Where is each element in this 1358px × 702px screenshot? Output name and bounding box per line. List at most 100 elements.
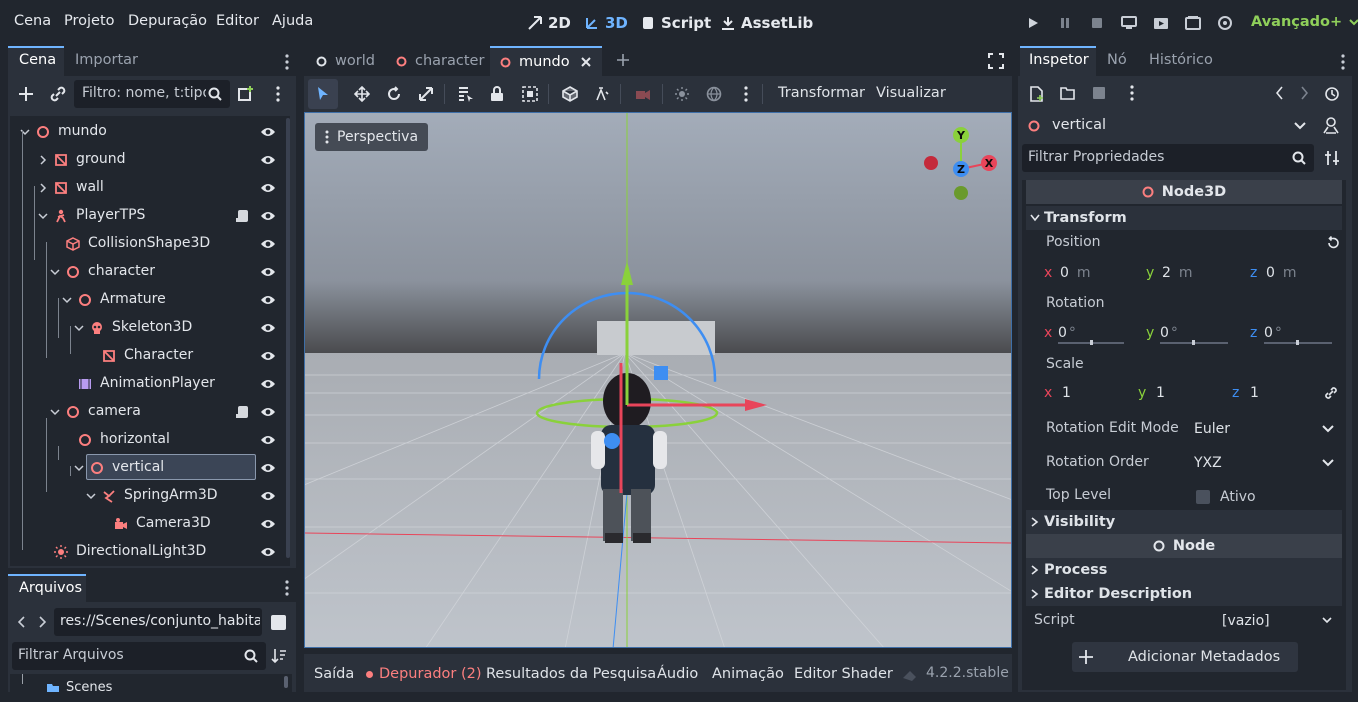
scene-tree-row[interactable]: ground <box>10 146 280 174</box>
sun-icon[interactable] <box>674 86 690 102</box>
files-scrollbar[interactable] <box>284 676 288 688</box>
position-y-field[interactable]: y 2 m <box>1140 258 1238 288</box>
chevron-down-icon[interactable] <box>74 463 84 473</box>
script-icon[interactable] <box>236 209 250 223</box>
scene-tree-row[interactable]: Armature <box>10 286 280 314</box>
environment-icon[interactable] <box>706 86 722 102</box>
visibility-eye-icon[interactable] <box>260 350 276 362</box>
tab-no[interactable]: Nó <box>1107 52 1127 68</box>
rotation-z-field[interactable]: z 0 ° <box>1244 318 1342 348</box>
mode-script-button[interactable]: Script <box>641 14 711 32</box>
tab-animacao[interactable]: Animação <box>712 666 784 682</box>
visibility-eye-icon[interactable] <box>260 294 276 306</box>
chevron-down-icon[interactable] <box>62 295 72 305</box>
menu-projeto[interactable]: Projeto <box>64 13 115 29</box>
scene-filter-input[interactable]: Filtro: nome, t:tipo <box>74 80 230 108</box>
visibility-eye-icon[interactable] <box>260 490 276 502</box>
chevron-right-icon[interactable] <box>38 155 48 165</box>
scene-tree-row[interactable]: AnimationPlayer <box>10 370 280 398</box>
viewport-3d[interactable]: Perspectiva X Y Z <box>304 112 1012 648</box>
tab-depurador[interactable]: Depurador (2) <box>366 666 482 682</box>
add-node-icon[interactable] <box>18 86 34 102</box>
tab-saida[interactable]: Saída <box>314 666 354 682</box>
section-visibility[interactable]: Visibility <box>1026 510 1342 534</box>
tab-resultados[interactable]: Resultados da Pesquisa <box>486 666 656 682</box>
tab-historico[interactable]: Histórico <box>1149 52 1213 68</box>
rotation-x-field[interactable]: x 0 ° <box>1038 318 1134 348</box>
scene-tree-row[interactable]: DirectionalLight3D <box>10 538 280 566</box>
node-selector[interactable]: vertical <box>1024 112 1314 140</box>
scale-y-field[interactable]: y 1 <box>1132 378 1224 408</box>
close-icon[interactable] <box>580 56 592 68</box>
movie-maker-icon[interactable] <box>1216 14 1234 32</box>
object-properties-icon[interactable] <box>1322 116 1340 134</box>
history-back-icon[interactable] <box>1276 86 1284 100</box>
remote-debug-icon[interactable] <box>1120 14 1138 32</box>
position-z-field[interactable]: z 0 m <box>1244 258 1342 288</box>
history-forward-icon[interactable] <box>1300 86 1308 100</box>
scene-tab-world[interactable]: world <box>308 46 383 76</box>
script-icon[interactable] <box>236 405 250 419</box>
lock-icon[interactable] <box>490 86 504 102</box>
path-field[interactable]: res://Scenes/conjunto_habitac <box>54 608 262 636</box>
visibility-eye-icon[interactable] <box>260 266 276 278</box>
script-select[interactable]: [vazio] <box>1222 608 1340 634</box>
save-icon[interactable] <box>1092 86 1106 100</box>
transformar-menu[interactable]: Transformar <box>778 85 865 101</box>
scale-icon[interactable] <box>418 86 434 102</box>
scene-tree-row[interactable]: mundo <box>10 118 280 146</box>
position-x-field[interactable]: x 0 m <box>1038 258 1134 288</box>
sort-icon[interactable] <box>271 648 287 664</box>
visibility-eye-icon[interactable] <box>260 182 276 194</box>
chevron-down-icon[interactable] <box>38 211 48 221</box>
visibility-eye-icon[interactable] <box>260 546 276 558</box>
back-icon[interactable] <box>18 616 26 628</box>
files-dock-menu-icon[interactable] <box>284 580 290 596</box>
scene-tree-row[interactable]: Skeleton3D <box>10 314 280 342</box>
visibility-eye-icon[interactable] <box>260 238 276 250</box>
files-filter-input[interactable]: Filtrar Arquivos <box>12 642 266 670</box>
perspective-menu-button[interactable]: Perspectiva <box>315 123 429 151</box>
visibility-eye-icon[interactable] <box>260 126 276 138</box>
visibility-eye-icon[interactable] <box>260 462 276 474</box>
open-folder-icon[interactable] <box>1060 86 1076 100</box>
scene-menu-icon[interactable] <box>275 86 281 102</box>
chevron-down-icon[interactable] <box>86 491 96 501</box>
scene-tree-row[interactable]: CollisionShape3D <box>10 230 280 258</box>
add-metadata-button[interactable]: Adicionar Metadados <box>1072 642 1298 672</box>
group-icon[interactable] <box>522 86 538 102</box>
dock-menu-icon[interactable] <box>284 54 290 70</box>
local-space-icon[interactable] <box>562 86 578 102</box>
scale-x-field[interactable]: x 1 <box>1038 378 1130 408</box>
instance-scene-icon[interactable] <box>238 86 254 102</box>
scene-tree-row[interactable]: Character <box>10 342 280 370</box>
list-select-icon[interactable] <box>458 86 474 102</box>
play-icon[interactable] <box>1024 14 1042 32</box>
scale-z-field[interactable]: z 1 <box>1226 378 1318 408</box>
visibility-eye-icon[interactable] <box>260 322 276 334</box>
chevron-right-icon[interactable] <box>38 183 48 193</box>
pause-icon[interactable] <box>1056 14 1074 32</box>
scene-tree-row[interactable]: Camera3D <box>10 510 280 538</box>
visibility-eye-icon[interactable] <box>260 434 276 446</box>
section-process[interactable]: Process <box>1026 558 1342 582</box>
menu-depuracao[interactable]: Depuração <box>128 13 207 29</box>
tab-importar[interactable]: Importar <box>75 52 138 68</box>
menu-cena[interactable]: Cena <box>14 13 51 29</box>
visibility-eye-icon[interactable] <box>260 154 276 166</box>
rotate-icon[interactable] <box>386 86 402 102</box>
resource-menu-icon[interactable] <box>1129 85 1135 101</box>
scene-tree-scrollbar[interactable] <box>286 118 290 558</box>
link-icon[interactable] <box>50 86 66 102</box>
scene-tree-row[interactable]: horizontal <box>10 426 280 454</box>
visualizar-menu[interactable]: Visualizar <box>876 85 946 101</box>
top-level-checkbox[interactable]: Ativo <box>1188 482 1342 512</box>
toggle-split-mode-icon[interactable] <box>271 615 286 630</box>
add-scene-tab-icon[interactable] <box>616 53 630 67</box>
scene-tab-mundo[interactable]: mundo <box>490 46 602 76</box>
revert-icon[interactable] <box>1326 236 1340 250</box>
recent-history-icon[interactable] <box>1324 86 1340 102</box>
section-editor-description[interactable]: Editor Description <box>1026 582 1342 606</box>
scene-tree-row[interactable]: vertical <box>10 454 280 482</box>
files-item-label[interactable]: Scenes <box>66 680 112 692</box>
